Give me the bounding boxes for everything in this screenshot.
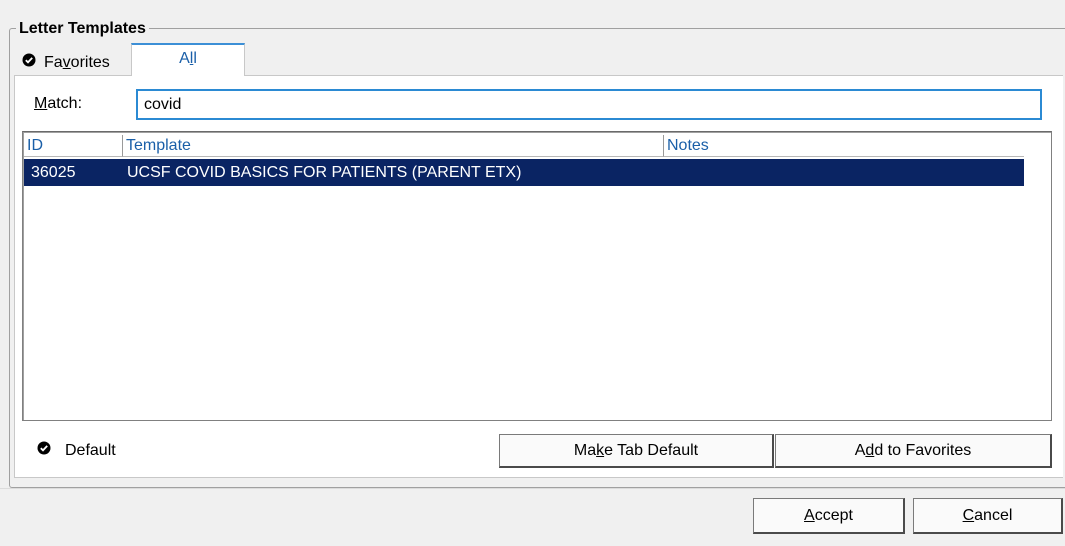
check-circle-icon (37, 440, 51, 462)
default-indicator: Default (37, 440, 116, 462)
tab-favorites[interactable]: Favorites (22, 48, 128, 78)
column-header-id[interactable]: ID (24, 135, 123, 157)
check-circle-icon (22, 48, 36, 78)
tab-all[interactable]: All (131, 43, 245, 76)
add-to-favorites-button[interactable]: Add to Favorites (775, 434, 1052, 468)
column-header-notes[interactable]: Notes (664, 135, 1024, 157)
cancel-button[interactable]: Cancel (913, 498, 1063, 534)
tab-all-label: All (179, 50, 197, 67)
group-title: Letter Templates (16, 19, 149, 39)
match-input[interactable] (136, 89, 1042, 120)
table-row[interactable]: 36025 UCSF COVID BASICS FOR PATIENTS (PA… (24, 159, 1024, 186)
make-tab-default-button[interactable]: Make Tab Default (499, 434, 774, 468)
default-label: Default (65, 442, 116, 460)
footer-divider (0, 488, 1065, 489)
accept-button[interactable]: Accept (753, 498, 905, 534)
match-label: Match: (34, 95, 83, 112)
row-id-cell: 36025 (31, 164, 76, 181)
row-template-cell: UCSF COVID BASICS FOR PATIENTS (PARENT E… (127, 164, 522, 181)
tab-favorites-label: Favorites (44, 54, 110, 72)
column-header-template[interactable]: Template (123, 135, 664, 157)
letter-templates-dialog: Letter Templates Favorites All Match: ID… (0, 0, 1065, 546)
